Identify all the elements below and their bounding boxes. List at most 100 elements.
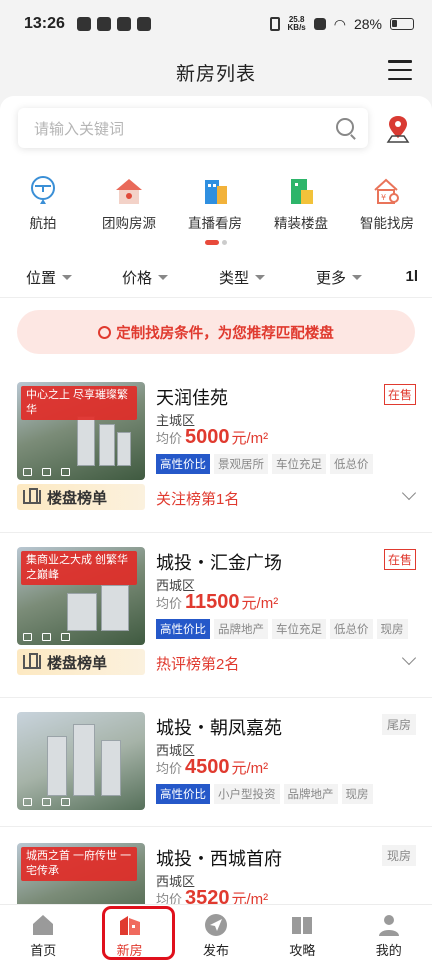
filter-label: 价格 (122, 270, 153, 287)
pager-dot (222, 240, 227, 245)
send-icon (204, 914, 227, 936)
listing-card[interactable]: 集商业之大成 创繁华之巅峰 城投・汇金广场 西城区 均价 11500 元/m² … (0, 547, 432, 693)
price-unit: 元/m² (231, 891, 269, 904)
tag: 小户型投资 (214, 784, 280, 804)
category-group-buy[interactable]: 团购房源 (86, 176, 172, 236)
search-icon[interactable] (336, 118, 354, 136)
location-pin-icon[interactable] (386, 114, 410, 144)
category-furnished[interactable]: 精装楼盘 (258, 176, 344, 236)
filter-label: 位置 (26, 270, 57, 287)
rank-badge[interactable]: 楼盘榜单 (17, 649, 145, 675)
tag: 品牌地产 (214, 619, 268, 639)
price-label: 均价 (156, 892, 183, 904)
chevron-down-icon[interactable] (401, 650, 417, 666)
page-title: 新房列表 (175, 63, 256, 85)
category-label: 团购房源 (102, 216, 156, 231)
page-header: 新房列表 (0, 48, 432, 96)
listing-card[interactable]: 中心之上 尽享璀璨繁华 天润佳苑 主城区 均价 5000 元/m² 高性价比 景… (0, 382, 432, 528)
tag-highlight: 高性价比 (156, 619, 210, 639)
notification-icons (76, 17, 151, 31)
custom-search-banner[interactable]: 定制找房条件，为您推荐匹配楼盘 (17, 310, 415, 354)
category-label: 精装楼盘 (274, 216, 328, 231)
listing-name: 天润佳苑 (156, 388, 228, 408)
listing-name: 城投・朝凤嘉苑 (156, 718, 282, 738)
bottom-tab-bar: 首页 新房 发布 攻略 我的 (0, 904, 432, 964)
price-unit: 元/m² (231, 430, 269, 447)
nfc-icon (313, 18, 326, 30)
app-notification-icon (76, 17, 91, 31)
filter-type[interactable]: 类型 (219, 267, 266, 288)
listing-card[interactable]: 城西之首 一府传世 一宅传承 城投・西城首府 西城区 均价 3520 元/m² … (0, 843, 432, 904)
tab-home[interactable]: 首页 (0, 905, 86, 964)
net-speed: 25.8 KB/s (288, 16, 306, 32)
tag-highlight: 高性价比 (156, 454, 210, 474)
search-placeholder: 请输入关键词 (34, 120, 125, 138)
rank-chart-icon (23, 653, 41, 669)
tag: 现房 (376, 619, 408, 639)
category-label: 智能找房 (360, 216, 414, 231)
listing-price: 均价 5000 元/m² (156, 426, 268, 449)
listing-image[interactable]: 城西之首 一府传世 一宅传承 (17, 843, 145, 904)
price-value: 3520 (185, 887, 230, 904)
wifi-icon: ◠ (333, 15, 346, 32)
sort-icon[interactable]: 1l (405, 268, 418, 285)
tag: 车位充足 (272, 619, 326, 639)
rank-text[interactable]: 关注榜第1名 (156, 488, 239, 509)
category-smart-search[interactable]: ¥ 智能找房 (344, 176, 430, 236)
filter-row: 位置 价格 类型 更多 1l (0, 256, 432, 298)
status-right: 25.8 KB/s ◠ 28% (269, 15, 414, 33)
tab-label: 攻略 (289, 943, 316, 958)
listing-image[interactable]: 中心之上 尽享璀璨繁华 (17, 382, 145, 480)
tag: 品牌地产 (283, 784, 338, 804)
tab-label: 新房 (116, 943, 143, 958)
filter-location[interactable]: 位置 (26, 267, 73, 288)
category-row: 航拍 团购房源 直播看房 精装楼盘 ¥ 智能找房 (0, 176, 432, 236)
category-aerial[interactable]: 航拍 (0, 176, 86, 236)
media-icons (23, 633, 70, 641)
filter-label: 类型 (219, 270, 250, 287)
listing-tagline: 集商业之大成 创繁华之巅峰 (21, 551, 137, 585)
listing-tagline: 城西之首 一府传世 一宅传承 (21, 847, 137, 881)
status-badge: 在售 (383, 549, 416, 570)
rank-badge-label: 楼盘榜单 (47, 654, 108, 672)
tab-publish[interactable]: 发布 (173, 905, 259, 964)
furnished-building-icon (291, 179, 313, 204)
menu-icon[interactable] (388, 60, 412, 80)
group-buy-house-icon (116, 179, 142, 204)
filter-more[interactable]: 更多 (316, 267, 363, 288)
new-house-icon (119, 916, 140, 935)
search-icon (98, 325, 112, 339)
tab-new-house[interactable]: 新房 (86, 905, 172, 964)
listing-name: 城投・汇金广场 (156, 553, 282, 573)
listing-price: 均价 3520 元/m² (156, 887, 268, 904)
battery-percent: 28% (353, 16, 382, 32)
main-content: 请输入关键词 航拍 团购房源 直播看房 精装楼盘 ¥ 智能找房 位置 价格 类型… (0, 96, 432, 904)
listing-image[interactable] (17, 712, 145, 810)
tab-me[interactable]: 我的 (346, 905, 432, 964)
price-unit: 元/m² (231, 760, 269, 777)
listing-tags: 高性价比 品牌地产 车位充足 低总价 现房 (156, 619, 408, 639)
chevron-down-icon[interactable] (401, 485, 417, 501)
listing-tags: 高性价比 景观居所 车位充足 低总价 (156, 454, 373, 474)
category-label: 航拍 (29, 216, 57, 231)
listing-image[interactable]: 集商业之大成 创繁华之巅峰 (17, 547, 145, 645)
status-time: 13:26 (24, 15, 65, 32)
category-live[interactable]: 直播看房 (172, 176, 258, 236)
listing-price: 均价 11500 元/m² (156, 591, 278, 614)
listing-card[interactable]: 城投・朝凤嘉苑 西城区 均价 4500 元/m² 高性价比 小户型投资 品牌地产… (0, 712, 432, 812)
listing-tagline: 中心之上 尽享璀璨繁华 (21, 386, 137, 420)
vibrate-icon (269, 17, 280, 31)
search-input[interactable]: 请输入关键词 (18, 108, 368, 148)
book-icon (292, 917, 313, 934)
rank-badge[interactable]: 楼盘榜单 (17, 484, 145, 510)
price-label: 均价 (156, 431, 183, 446)
chevron-down-icon (352, 275, 363, 280)
tab-guide[interactable]: 攻略 (259, 905, 345, 964)
listing-tags: 高性价比 小户型投资 品牌地产 现房 (156, 784, 373, 804)
rank-text[interactable]: 热评榜第2名 (156, 653, 239, 674)
media-icons (23, 798, 70, 806)
filter-price[interactable]: 价格 (122, 267, 169, 288)
banner-text: 定制找房条件，为您推荐匹配楼盘 (116, 325, 334, 342)
smart-search-icon: ¥ (374, 178, 399, 204)
chat-icon (116, 17, 131, 31)
